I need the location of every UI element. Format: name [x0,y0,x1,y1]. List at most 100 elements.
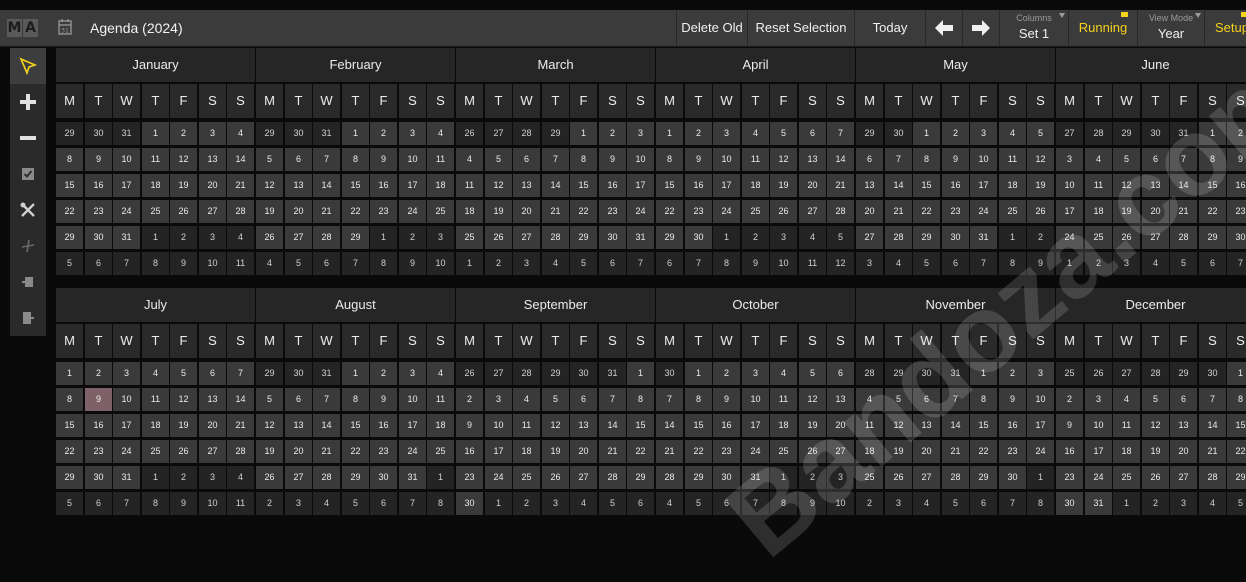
day-cell[interactable]: 24 [713,200,740,223]
day-cell[interactable]: 11 [142,148,169,171]
day-cell[interactable]: 10 [627,148,654,171]
day-cell[interactable]: 28 [1142,362,1169,385]
day-cell[interactable]: 13 [285,174,312,197]
day-cell[interactable]: 6 [827,362,854,385]
day-cell[interactable]: 17 [970,174,997,197]
day-cell[interactable]: 7 [113,252,140,275]
day-cell[interactable]: 1 [770,466,797,489]
day-cell[interactable]: 4 [227,226,254,249]
day-cell[interactable]: 29 [256,122,283,145]
day-cell[interactable]: 22 [970,440,997,463]
day-cell[interactable]: 2 [170,122,197,145]
day-cell[interactable]: 27 [799,200,826,223]
day-cell[interactable]: 25 [742,200,769,223]
day-cell[interactable]: 27 [199,440,226,463]
day-cell[interactable]: 28 [856,362,883,385]
delete-old-button[interactable]: Delete Old [676,10,747,46]
day-cell[interactable]: 9 [456,414,483,437]
day-cell[interactable]: 13 [199,148,226,171]
day-cell[interactable]: 30 [1199,362,1226,385]
day-cell[interactable]: 21 [885,200,912,223]
day-cell[interactable]: 30 [599,226,626,249]
day-cell[interactable]: 28 [227,200,254,223]
day-cell[interactable]: 4 [1199,492,1226,515]
day-cell[interactable]: 1 [999,226,1026,249]
day-cell[interactable]: 5 [342,492,369,515]
day-cell[interactable]: 16 [999,414,1026,437]
day-cell[interactable]: 21 [313,200,340,223]
day-cell[interactable]: 19 [256,440,283,463]
day-cell[interactable]: 7 [656,388,683,411]
day-cell[interactable]: 8 [1199,148,1226,171]
day-cell[interactable]: 15 [570,174,597,197]
day-cell[interactable]: 28 [1085,122,1112,145]
day-cell[interactable]: 28 [513,362,540,385]
day-cell[interactable]: 4 [885,252,912,275]
day-cell[interactable]: 27 [913,466,940,489]
day-cell[interactable]: 23 [999,440,1026,463]
day-cell[interactable]: 18 [142,414,169,437]
day-cell[interactable]: 3 [285,492,312,515]
day-cell[interactable]: 1 [56,362,83,385]
day-cell[interactable]: 5 [827,226,854,249]
day-cell[interactable]: 27 [485,122,512,145]
day-cell[interactable]: 6 [942,252,969,275]
day-cell[interactable]: 22 [1227,440,1246,463]
day-cell[interactable]: 15 [342,414,369,437]
day-cell[interactable]: 5 [256,388,283,411]
day-cell[interactable]: 26 [885,466,912,489]
day-cell[interactable]: 6 [656,252,683,275]
day-cell[interactable]: 10 [742,388,769,411]
day-cell[interactable]: 25 [856,466,883,489]
day-cell[interactable]: 3 [970,122,997,145]
day-cell[interactable]: 5 [170,362,197,385]
day-cell[interactable]: 10 [113,148,140,171]
day-cell[interactable]: 8 [142,492,169,515]
tools-button[interactable] [10,192,46,228]
day-cell[interactable]: 3 [542,492,569,515]
day-cell[interactable]: 29 [913,226,940,249]
day-cell[interactable]: 16 [370,174,397,197]
day-cell[interactable]: 12 [170,148,197,171]
day-cell[interactable]: 4 [742,122,769,145]
day-cell[interactable]: 28 [656,466,683,489]
day-cell[interactable]: 25 [142,200,169,223]
day-cell[interactable]: 7 [627,252,654,275]
day-cell[interactable]: 9 [85,148,112,171]
day-cell[interactable]: 7 [113,492,140,515]
day-cell[interactable]: 6 [85,252,112,275]
day-cell[interactable]: 20 [199,174,226,197]
day-cell[interactable]: 19 [770,174,797,197]
day-cell[interactable]: 29 [342,466,369,489]
day-cell[interactable]: 22 [913,200,940,223]
day-cell[interactable]: 17 [485,440,512,463]
day-cell[interactable]: 8 [685,388,712,411]
day-cell[interactable]: 2 [599,122,626,145]
day-cell[interactable]: 3 [770,226,797,249]
day-cell[interactable]: 13 [827,388,854,411]
day-cell[interactable]: 26 [456,122,483,145]
day-cell[interactable]: 2 [485,252,512,275]
day-cell[interactable]: 5 [56,252,83,275]
day-cell[interactable]: 16 [1056,440,1083,463]
day-cell[interactable]: 21 [313,440,340,463]
day-cell[interactable]: 3 [1113,252,1140,275]
day-cell[interactable]: 23 [599,200,626,223]
day-cell[interactable]: 24 [113,200,140,223]
day-cell[interactable]: 13 [570,414,597,437]
day-cell[interactable]: 28 [599,466,626,489]
day-cell[interactable]: 27 [1170,466,1197,489]
day-cell[interactable]: 19 [256,200,283,223]
day-cell[interactable]: 14 [227,388,254,411]
day-cell[interactable]: 18 [1085,200,1112,223]
day-cell[interactable]: 30 [685,226,712,249]
day-cell[interactable]: 31 [599,362,626,385]
day-cell[interactable]: 26 [542,466,569,489]
day-cell[interactable]: 2 [1056,388,1083,411]
day-cell[interactable]: 30 [85,226,112,249]
day-cell[interactable]: 10 [1056,174,1083,197]
day-cell[interactable]: 3 [427,226,454,249]
day-cell[interactable]: 1 [485,492,512,515]
day-cell[interactable]: 24 [1085,466,1112,489]
day-cell[interactable]: 6 [913,388,940,411]
